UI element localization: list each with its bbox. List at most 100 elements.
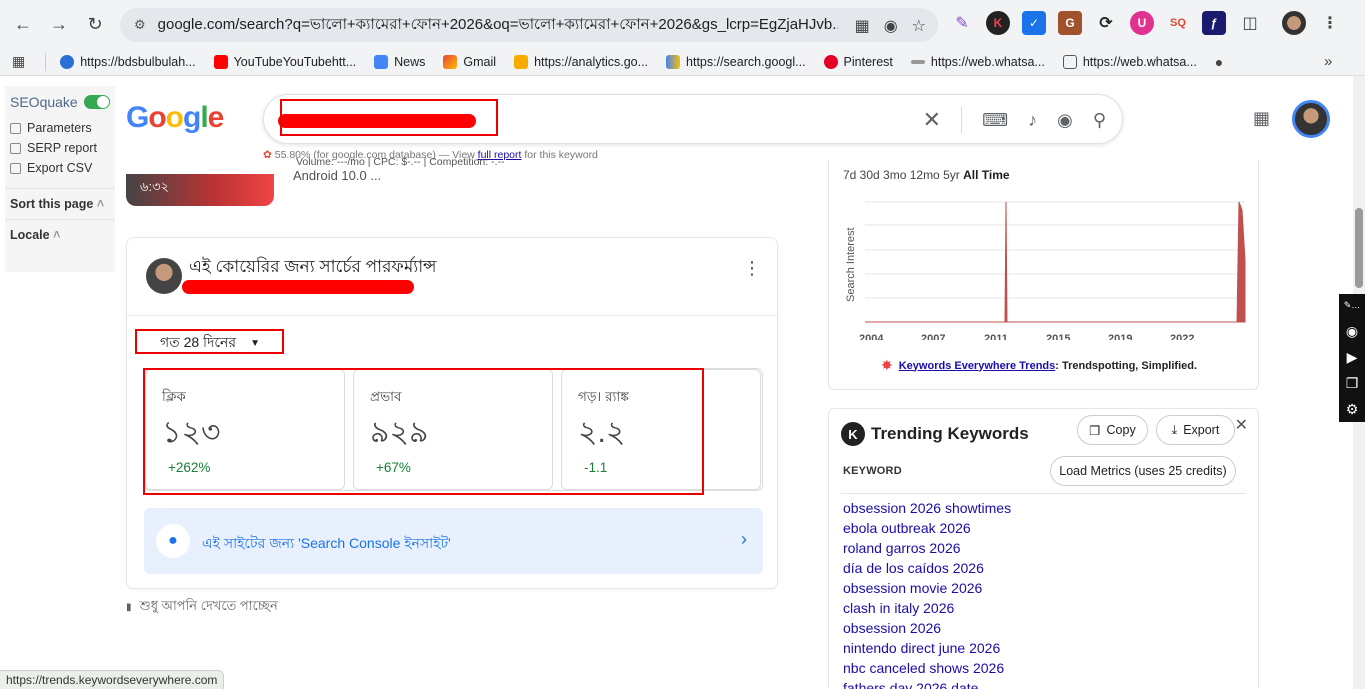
explosion-icon: ✸: [881, 357, 893, 373]
trends-link[interactable]: Keywords Everywhere Trends: [899, 360, 1056, 372]
camera-search-icon[interactable]: ◉: [1057, 110, 1073, 131]
bookmark-item[interactable]: Gmail: [443, 54, 496, 69]
load-metrics-button[interactable]: Load Metrics (uses 25 credits): [1050, 456, 1236, 486]
ublock-icon[interactable]: U: [1130, 11, 1154, 35]
bookmark-item[interactable]: https://search.googl...: [666, 54, 806, 69]
microphone-icon[interactable]: ♪: [1028, 110, 1037, 131]
google-logo[interactable]: Google: [126, 101, 224, 135]
extensions-puzzle-icon[interactable]: ◫: [1238, 11, 1262, 35]
seoquake-export-csv[interactable]: Export CSV: [5, 158, 115, 178]
account-avatar[interactable]: [1292, 100, 1330, 138]
bookmark-folder[interactable]: https://web.whatsa...: [1062, 54, 1197, 69]
trending-keyword[interactable]: obsession 2026: [843, 619, 1011, 639]
close-icon[interactable]: ✕: [1235, 415, 1248, 435]
google-apps-icon[interactable]: ▦: [1253, 108, 1270, 129]
pen-extension-icon[interactable]: ✎: [950, 11, 974, 35]
translate-icon[interactable]: ▦: [855, 16, 870, 36]
highlight-box: [143, 368, 704, 495]
address-bar[interactable]: ⚙ google.com/search?q=ভালো+ক্যামেরা+ফোন+…: [120, 8, 938, 42]
seoquake-serp-report[interactable]: SERP report: [5, 138, 115, 158]
globe-icon[interactable]: ●: [1215, 54, 1223, 70]
export-icon: [10, 162, 21, 174]
more-options-icon[interactable]: ⋮: [743, 258, 761, 279]
apps-grid-icon[interactable]: ▦: [12, 53, 25, 70]
video-duration: ৬:৩২: [140, 179, 169, 194]
browser-menu-icon[interactable]: ⋮: [1318, 11, 1342, 35]
check-extension-icon[interactable]: ✓: [1022, 11, 1046, 35]
trending-keyword[interactable]: nbc canceled shows 2026: [843, 659, 1011, 679]
trending-keyword[interactable]: roland garros 2026: [843, 539, 1011, 559]
address-url: google.com/search?q=ভালো+ক্যামেরা+ফোন+20…: [157, 15, 838, 33]
profile-avatar-small[interactable]: [1282, 11, 1306, 35]
search-console-icon: [666, 54, 681, 69]
trending-keyword[interactable]: obsession movie 2026: [843, 579, 1011, 599]
pin-icon[interactable]: ✎…: [1344, 296, 1361, 314]
x-tick-label: 2022: [1170, 333, 1194, 340]
floating-toolbar: ✎… ◉ ▶ ❐ ⚙: [1339, 294, 1365, 422]
script-extension-icon[interactable]: ƒ: [1202, 11, 1226, 35]
redacted-site: [182, 280, 414, 294]
trend-chart: 2004 2007 2011 2015 2019 2022: [859, 201, 1246, 340]
forward-icon[interactable]: →: [41, 6, 77, 42]
clear-icon[interactable]: ✕: [923, 107, 941, 133]
keywords-everywhere-icon[interactable]: K: [986, 11, 1010, 35]
export-button[interactable]: ⤓ Export: [1156, 415, 1235, 445]
bookmark-item[interactable]: https://bdsbulbulah...: [60, 54, 196, 69]
seoquake-panel: SEOquake Parameters SERP report Export C…: [5, 86, 115, 272]
trending-keywords-title: Trending Keywords: [871, 424, 1029, 443]
browser-toolbar: ← → ↻ ⚙ google.com/search?q=ভালো+ক্যামের…: [0, 0, 1365, 48]
trending-keyword[interactable]: fathers day 2026 date: [843, 679, 1011, 689]
bookmark-star-icon[interactable]: ☆: [912, 16, 926, 36]
card-title: এই কোয়েরির জন্য সার্চের পারফর্ম্যান্স: [189, 257, 437, 276]
y-axis-label: Search Interest: [845, 227, 857, 302]
search-console-insights-link[interactable]: ● এই সাইটের জন্য 'Search Console ইনসাইট'…: [144, 508, 763, 574]
scroll-thumb[interactable]: [1355, 208, 1363, 288]
keywords-everywhere-trends: 7d 30d 3mo 12mo 5yr All Time Search Inte…: [828, 160, 1259, 390]
keywords-everywhere-logo: K: [841, 422, 865, 446]
bookmarks-bar: ▦ https://bdsbulbulah... YouTubeYouTubeh…: [0, 48, 1365, 76]
trending-keyword[interactable]: ebola outbreak 2026: [843, 519, 1011, 539]
sync-extension-icon[interactable]: ⟳: [1094, 11, 1118, 35]
chevron-up-icon: ˄: [53, 228, 61, 242]
grammar-extension-icon[interactable]: G: [1058, 11, 1082, 35]
seoquake-extension-icon[interactable]: SQ: [1166, 11, 1190, 35]
lock-icon: ▮: [126, 602, 132, 613]
gmail-icon: [443, 54, 458, 69]
reload-icon[interactable]: ↻: [77, 6, 113, 42]
search-icon[interactable]: ⚲: [1093, 110, 1106, 131]
x-tick-label: 2011: [984, 333, 1008, 340]
seoquake-sort-page[interactable]: Sort this page ˄: [5, 188, 115, 219]
video-icon[interactable]: ▶: [1347, 348, 1358, 366]
keyboard-icon[interactable]: ⌨: [982, 110, 1008, 131]
window-icon[interactable]: ❐: [1346, 374, 1359, 392]
seoquake-parameters[interactable]: Parameters: [5, 118, 115, 138]
trending-keyword[interactable]: obsession 2026 showtimes: [843, 499, 1011, 519]
camera-icon[interactable]: ◉: [1346, 322, 1358, 340]
tracking-off-icon[interactable]: ◉: [884, 16, 898, 36]
bookmark-item[interactable]: https://analytics.go...: [514, 54, 648, 69]
bookmark-item[interactable]: YouTubeYouTubehtt...: [213, 54, 356, 69]
bookmark-item[interactable]: Pinterest: [823, 54, 893, 69]
more-bookmarks-icon[interactable]: »: [1324, 53, 1332, 70]
copy-button[interactable]: ❐ Copy: [1077, 415, 1148, 445]
bookmark-item[interactable]: News: [374, 54, 425, 69]
trend-range-tabs[interactable]: 7d 30d 3mo 12mo 5yr All Time: [843, 168, 1010, 182]
status-url: https://trends.keywordseverywhere.com: [0, 670, 225, 689]
divider: [961, 107, 963, 133]
trending-keyword[interactable]: clash in italy 2026: [843, 599, 1011, 619]
trending-keyword[interactable]: día de los caídos 2026: [843, 559, 1011, 579]
trending-keyword[interactable]: nintendo direct june 2026: [843, 639, 1011, 659]
settings-gear-icon[interactable]: ⚙: [1346, 400, 1359, 418]
seoquake-locale[interactable]: Locale ˄: [5, 219, 115, 250]
video-thumbnail[interactable]: ৬:৩২: [126, 174, 274, 206]
highlight-box: [135, 329, 284, 354]
site-info-icon[interactable]: ⚙: [134, 17, 146, 33]
analytics-icon: [514, 54, 529, 69]
seoquake-toggle[interactable]: [84, 95, 110, 109]
site-avatar: [146, 258, 182, 294]
bookmark-item[interactable]: https://web.whatsa...: [910, 55, 1045, 69]
search-box[interactable]: ✕ ⌨ ♪ ◉ ⚲: [263, 94, 1123, 144]
private-notice: ▮ শুধু আপনি দেখতে পাচ্ছেন: [126, 598, 278, 613]
lightbulb-icon: ●: [156, 524, 190, 558]
back-icon[interactable]: ←: [5, 6, 41, 42]
